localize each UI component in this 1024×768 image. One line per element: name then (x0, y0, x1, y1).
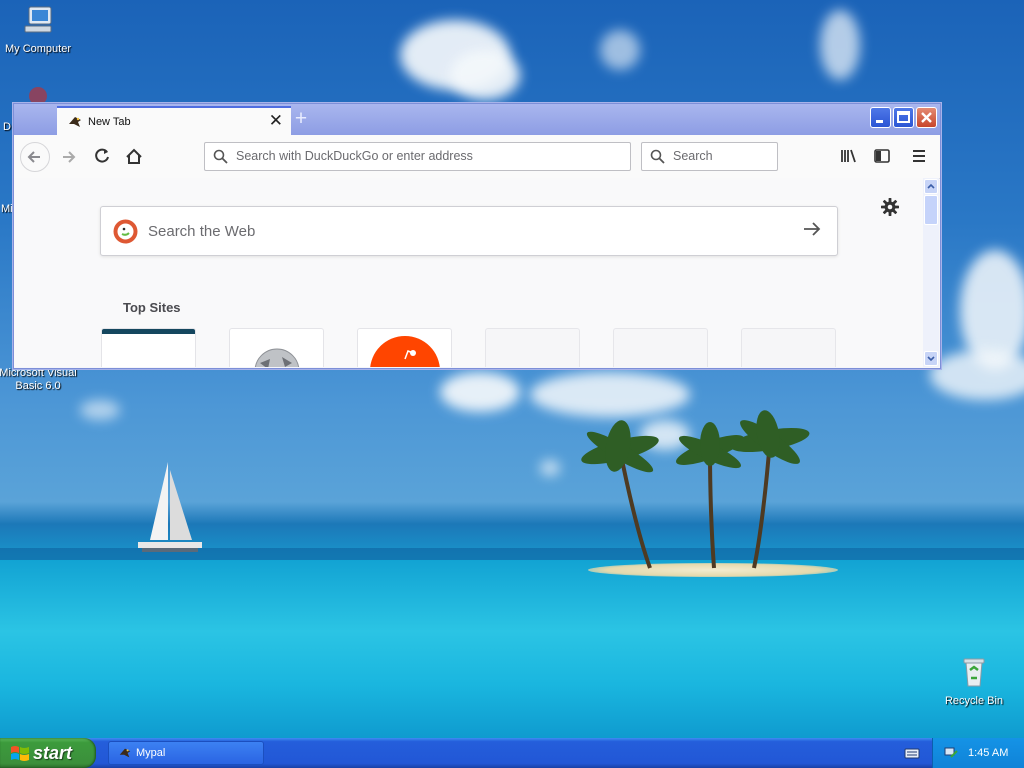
start-label: start (33, 743, 73, 763)
mypal-favicon-icon (119, 748, 131, 758)
taskbar-item-label: Mypal (136, 747, 166, 759)
partial-desktop-label: D (3, 121, 11, 133)
partial-desktop-icon (29, 87, 47, 104)
partial-desktop-label: Mi (1, 203, 13, 215)
library-button[interactable] (834, 142, 864, 172)
title-bar[interactable]: New Tab ✕ + (14, 104, 940, 135)
top-sites-heading: Top Sites (123, 300, 181, 315)
scroll-down-button[interactable] (924, 351, 938, 366)
windows-flag-icon (11, 746, 29, 761)
reddit-logo-icon (370, 336, 440, 367)
navigation-toolbar: Search with DuckDuckGo or enter address … (14, 135, 940, 179)
system-tray: 1:45 AM (932, 738, 1024, 768)
search-icon (213, 149, 228, 164)
close-button[interactable] (916, 107, 937, 128)
scroll-up-button[interactable] (924, 179, 938, 194)
top-site-tile[interactable] (101, 328, 196, 367)
tab-close-icon[interactable]: ✕ (269, 111, 283, 131)
home-button[interactable] (119, 142, 149, 172)
duckduckgo-logo-icon (113, 219, 138, 244)
top-site-tile-empty[interactable] (613, 328, 708, 367)
home-icon (126, 148, 142, 164)
desktop-icon-my-computer[interactable]: My Computer (0, 4, 78, 56)
chevron-up-icon (927, 183, 935, 189)
web-search-placeholder: Search the Web (148, 223, 256, 240)
top-site-tile[interactable] (229, 328, 324, 367)
tab-title: New Tab (88, 116, 131, 128)
desktop-icon-label: My Computer (4, 43, 72, 55)
settings-gear-icon[interactable] (880, 197, 900, 217)
url-bar-placeholder: Search with DuckDuckGo or enter address (236, 149, 473, 163)
taskbar-item-mypal[interactable]: Mypal (108, 741, 264, 765)
hamburger-menu-icon (913, 150, 925, 162)
tab-new-tab[interactable]: New Tab ✕ (57, 106, 291, 135)
minimize-button[interactable] (870, 107, 891, 128)
minimize-icon (876, 120, 883, 123)
menu-button[interactable] (904, 142, 934, 172)
web-search-box[interactable]: Search the Web (100, 206, 838, 256)
browser-window: New Tab ✕ + Search with DuckDuckGo or en… (13, 103, 941, 369)
start-button[interactable]: start (0, 738, 96, 768)
search-bar[interactable]: Search (641, 142, 778, 171)
new-tab-page: Search the Web Top Sites (14, 178, 923, 367)
reload-icon (95, 148, 109, 163)
desktop-icon-label: Recycle Bin (944, 695, 1004, 707)
sidebar-toggle-button[interactable] (867, 142, 897, 172)
arrow-right-icon[interactable] (801, 218, 823, 240)
url-bar[interactable]: Search with DuckDuckGo or enter address (204, 142, 631, 171)
recycle-bin-icon (963, 658, 985, 687)
reload-button[interactable] (87, 142, 117, 172)
desktop-icon-recycle-bin[interactable]: Recycle Bin (934, 656, 1014, 708)
computer-icon (24, 6, 52, 33)
taskbar: start Mypal 1:45 AM (0, 738, 1024, 768)
top-site-tile[interactable] (357, 328, 452, 367)
palm-trees-image (581, 410, 810, 569)
network-icon[interactable] (943, 745, 959, 761)
clock[interactable]: 1:45 AM (968, 747, 1008, 759)
back-arrow-icon (27, 151, 40, 163)
top-site-tile-empty[interactable] (741, 328, 836, 367)
maximize-button[interactable] (893, 107, 914, 128)
search-bar-placeholder: Search (673, 149, 713, 163)
chevron-down-icon (927, 356, 935, 362)
back-button[interactable] (20, 142, 50, 172)
wikipedia-globe-icon (254, 348, 300, 367)
scroll-thumb[interactable] (924, 195, 938, 225)
top-site-tile-empty[interactable] (485, 328, 580, 367)
keyboard-icon[interactable] (904, 746, 920, 760)
forward-arrow-icon (63, 151, 76, 163)
close-icon (921, 112, 932, 123)
forward-button[interactable] (54, 142, 84, 172)
search-icon (650, 149, 665, 164)
mypal-favicon-icon (69, 117, 81, 127)
sailboat-image (138, 462, 202, 552)
new-tab-button[interactable]: + (289, 107, 313, 131)
desktop-icon-label: Microsoft Visual Basic 6.0 (0, 367, 77, 392)
maximize-icon (897, 111, 910, 123)
desktop-icon-visual-basic[interactable]: Microsoft Visual Basic 6.0 (0, 367, 78, 393)
sea (0, 560, 1024, 738)
library-icon (841, 149, 856, 163)
sidebar-icon (874, 149, 890, 163)
vertical-scrollbar[interactable] (923, 178, 939, 367)
